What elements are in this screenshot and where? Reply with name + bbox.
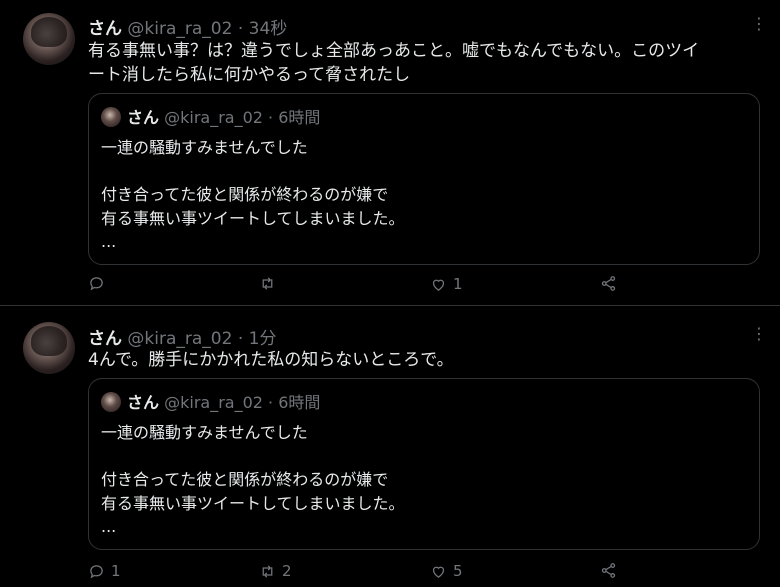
quoted-text-line: 付き合ってた彼と関係が終わるのが嫌で: [101, 470, 389, 489]
action-bar: 1 2 5: [88, 562, 648, 584]
like-button[interactable]: 1: [430, 275, 463, 293]
separator: ·: [232, 329, 249, 349]
more-options-icon[interactable]: ⋮: [751, 324, 767, 343]
quoted-timestamp: 6時間: [278, 108, 321, 127]
quoted-text-line: 一連の騒動すみませんでした: [101, 423, 308, 442]
tweet[interactable]: さん @kira_ra_02 · 34秒 ⋮ 有る事無い事？は？違うでしょ全部あ…: [0, 0, 780, 305]
user-handle[interactable]: @kira_ra_02: [127, 329, 232, 349]
share-icon: [601, 276, 616, 291]
separator: ·: [262, 393, 279, 412]
quoted-tweet-header: さん @kira_ra_02 · 6時間: [101, 389, 320, 413]
reply-icon: [90, 277, 103, 291]
retweet-count: 2: [282, 562, 292, 580]
quoted-text-line: 有る事無い事ツイートしてしまいました。: [101, 209, 405, 228]
reply-button[interactable]: [88, 275, 111, 292]
reply-count: 1: [111, 562, 121, 580]
tweet-header: さん @kira_ra_02 · 1分: [88, 324, 276, 349]
display-name[interactable]: さん: [88, 19, 122, 39]
quoted-tweet[interactable]: さん @kira_ra_02 · 6時間 一連の騒動すみませんでした 付き合って…: [88, 378, 760, 550]
share-icon: [601, 563, 616, 578]
retweet-icon: [262, 277, 273, 290]
tweet-header: さん @kira_ra_02 · 34秒: [88, 14, 287, 39]
quoted-display-name: さん: [127, 393, 160, 412]
like-count: 5: [453, 562, 463, 580]
user-handle[interactable]: @kira_ra_02: [127, 19, 232, 39]
reply-button[interactable]: 1: [88, 562, 121, 580]
heart-icon: [432, 566, 445, 578]
share-button[interactable]: [600, 275, 617, 292]
avatar[interactable]: [23, 322, 75, 374]
tweet-text: 有る事無い事？は？違うでしょ全部あっあこと。嘘でもなんでもない。このツイ ート消…: [88, 39, 768, 87]
separator: ·: [262, 108, 279, 127]
separator: ·: [232, 19, 249, 39]
tweet[interactable]: さん @kira_ra_02 · 1分 ⋮ 4んで。勝手にかかれた私の知らないと…: [0, 306, 780, 587]
display-name[interactable]: さん: [88, 329, 122, 349]
timestamp[interactable]: 34秒: [249, 19, 288, 39]
quoted-text-ellipsis: ...: [101, 232, 117, 251]
quoted-text-line: 付き合ってた彼と関係が終わるのが嫌で: [101, 185, 389, 204]
quoted-tweet[interactable]: さん @kira_ra_02 · 6時間 一連の騒動すみませんでした 付き合って…: [88, 93, 760, 265]
quoted-text-line: 一連の騒動すみませんでした: [101, 138, 308, 157]
retweet-icon: [262, 564, 273, 578]
quoted-avatar: [101, 107, 121, 127]
reply-icon: [90, 564, 103, 579]
quoted-display-name: さん: [127, 108, 160, 127]
retweet-button[interactable]: [259, 275, 282, 292]
tweet-text-line: ート消したら私に何かやるって脅されたし: [88, 65, 411, 85]
quoted-user-handle: @kira_ra_02: [164, 108, 263, 127]
avatar[interactable]: [23, 13, 75, 65]
like-count: 1: [453, 275, 463, 293]
action-bar: 1: [88, 275, 648, 297]
more-options-icon[interactable]: ⋮: [751, 14, 767, 33]
timestamp[interactable]: 1分: [249, 329, 277, 349]
share-button[interactable]: [600, 562, 617, 579]
like-button[interactable]: 5: [430, 562, 463, 580]
quoted-text-ellipsis: ...: [101, 517, 117, 536]
quoted-text-line: 有る事無い事ツイートしてしまいました。: [101, 494, 405, 513]
quoted-avatar: [101, 392, 121, 412]
heart-icon: [432, 279, 445, 291]
tweet-text-line: 有る事無い事？は？違うでしょ全部あっあこと。嘘でもなんでもない。このツイ: [88, 41, 700, 61]
quoted-user-handle: @kira_ra_02: [164, 393, 263, 412]
tweet-text-line: 4んで。勝手にかかれた私の知らないところで。: [88, 350, 454, 370]
retweet-button[interactable]: 2: [259, 562, 292, 580]
tweet-text: 4んで。勝手にかかれた私の知らないところで。: [88, 348, 768, 372]
quoted-tweet-header: さん @kira_ra_02 · 6時間: [101, 104, 320, 128]
quoted-timestamp: 6時間: [278, 393, 321, 412]
